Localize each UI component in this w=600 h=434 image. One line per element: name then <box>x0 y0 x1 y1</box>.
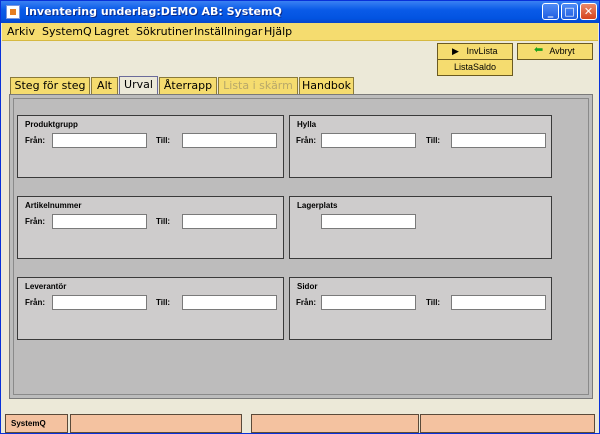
app-icon <box>6 5 20 19</box>
urval-panel: Produktgrupp Från: Till: Hylla Från: Til… <box>9 94 593 399</box>
produktgrupp-title: Produktgrupp <box>25 120 78 129</box>
status-cell-3 <box>251 414 419 433</box>
status-cell-app: SystemQ <box>5 414 68 433</box>
produktgrupp-from-input[interactable] <box>52 133 147 148</box>
listasaldo-button[interactable]: ListaSaldo <box>437 59 513 76</box>
artikelnummer-from-input[interactable] <box>52 214 147 229</box>
artikelnummer-title: Artikelnummer <box>25 201 82 210</box>
menu-hjalp[interactable]: Hjälp <box>264 25 292 38</box>
close-button[interactable]: ✕ <box>580 3 597 20</box>
group-artikelnummer: Artikelnummer Från: Till: <box>17 196 284 259</box>
menu-systemq[interactable]: SystemQ <box>42 25 92 38</box>
sidor-from-input[interactable] <box>321 295 416 310</box>
lagerplats-input[interactable] <box>321 214 416 229</box>
menu-bar: Arkiv SystemQ Lagret Sökrutiner Inställn… <box>2 23 598 41</box>
sidor-from-label: Från: <box>296 298 316 307</box>
maximize-button[interactable]: □ <box>561 3 578 20</box>
minimize-button[interactable]: _ <box>542 3 559 20</box>
group-hylla: Hylla Från: Till: <box>289 115 552 178</box>
leverantor-to-input[interactable] <box>182 295 277 310</box>
artikelnummer-to-input[interactable] <box>182 214 277 229</box>
hylla-from-label: Från: <box>296 136 316 145</box>
artikelnummer-from-label: Från: <box>25 217 45 226</box>
sidor-to-label: Till: <box>426 298 441 307</box>
group-produktgrupp: Produktgrupp Från: Till: <box>17 115 284 178</box>
tab-lista-i-skarm: Lista i skärm <box>218 77 298 94</box>
group-leverantor: Leverantör Från: Till: <box>17 277 284 340</box>
tab-urval[interactable]: Urval <box>119 76 158 95</box>
leverantor-from-label: Från: <box>25 298 45 307</box>
tab-handbok[interactable]: Handbok <box>299 77 354 94</box>
group-lagerplats: Lagerplats <box>289 196 552 259</box>
produktgrupp-to-label: Till: <box>156 136 171 145</box>
status-bar: SystemQ <box>5 414 595 433</box>
leverantor-title: Leverantör <box>25 282 67 291</box>
urval-panel-inner: Produktgrupp Från: Till: Hylla Från: Til… <box>13 98 589 395</box>
lagerplats-title: Lagerplats <box>297 201 338 210</box>
hylla-from-input[interactable] <box>321 133 416 148</box>
menu-sokrutiner[interactable]: Sökrutiner <box>136 25 193 38</box>
green-back-arrow-icon: ⬅ <box>534 44 544 56</box>
hylla-to-label: Till: <box>426 136 441 145</box>
menu-arkiv[interactable]: Arkiv <box>7 25 35 38</box>
leverantor-from-input[interactable] <box>52 295 147 310</box>
avbryt-button[interactable]: ⬅ Avbryt <box>517 43 593 60</box>
menu-lagret[interactable]: Lagret <box>94 25 129 38</box>
leverantor-to-label: Till: <box>156 298 171 307</box>
menu-installningar[interactable]: Inställningar <box>194 25 262 38</box>
tab-aterrapp[interactable]: Återrapp <box>159 77 217 94</box>
status-cell-4 <box>420 414 595 433</box>
title-bar[interactable]: Inventering underlag:DEMO AB: SystemQ _ … <box>1 1 599 23</box>
status-cell-2 <box>70 414 242 433</box>
invlista-button[interactable]: ▶ InvLista <box>437 43 513 60</box>
produktgrupp-to-input[interactable] <box>182 133 277 148</box>
app-window: Inventering underlag:DEMO AB: SystemQ _ … <box>0 0 600 434</box>
tab-alt[interactable]: Alt <box>91 77 118 94</box>
hylla-to-input[interactable] <box>451 133 546 148</box>
play-arrow-icon: ▶ <box>452 46 459 56</box>
window-title: Inventering underlag:DEMO AB: SystemQ <box>25 5 282 18</box>
produktgrupp-from-label: Från: <box>25 136 45 145</box>
invlista-label: InvLista <box>466 46 498 56</box>
tab-steg-for-steg[interactable]: Steg för steg <box>10 77 90 94</box>
group-sidor: Sidor Från: Till: <box>289 277 552 340</box>
sidor-title: Sidor <box>297 282 318 291</box>
sidor-to-input[interactable] <box>451 295 546 310</box>
hylla-title: Hylla <box>297 120 317 129</box>
artikelnummer-to-label: Till: <box>156 217 171 226</box>
